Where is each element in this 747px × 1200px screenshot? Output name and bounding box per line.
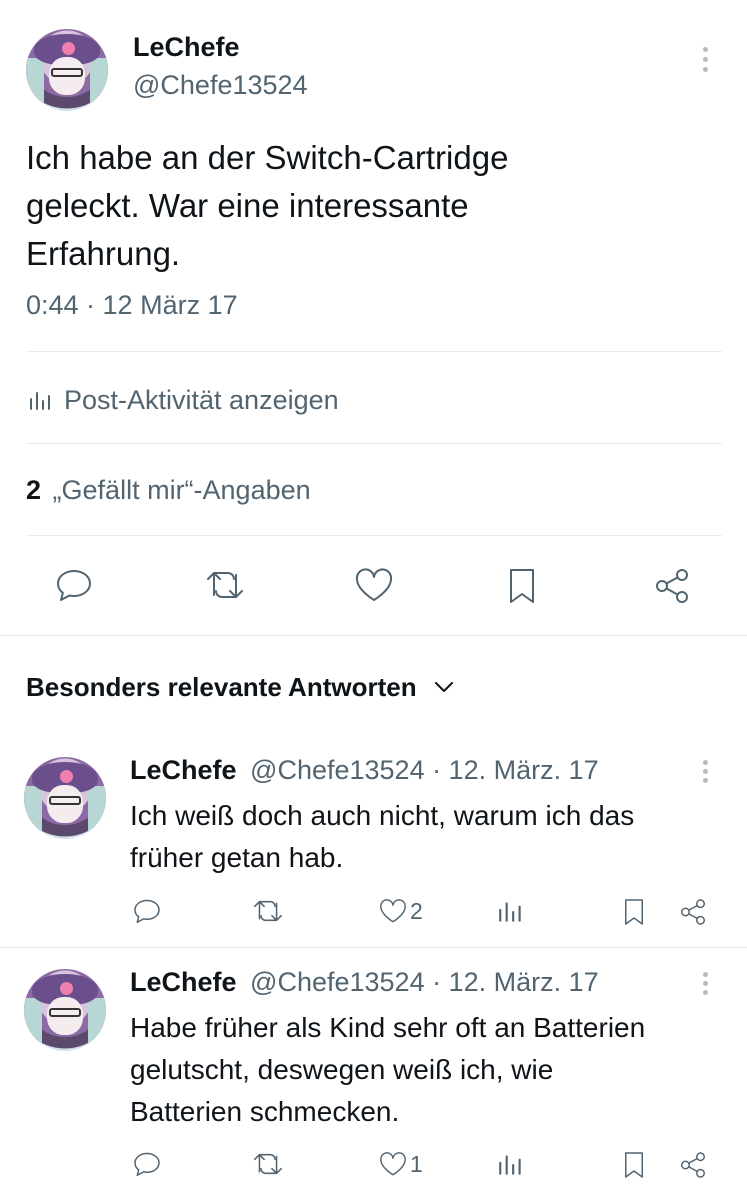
reply-divider bbox=[0, 947, 747, 948]
post-activity-label: Post-Aktivität anzeigen bbox=[64, 384, 339, 415]
likes-summary[interactable]: 2 „Gefällt mir“-Angaben bbox=[26, 475, 311, 506]
reply-text-line: gelutscht, deswegen weiß ich, wie bbox=[130, 1054, 554, 1085]
divider bbox=[26, 535, 722, 536]
reply-item[interactable]: LeChefe @Chefe13524 · 12. März. 17 Habe … bbox=[0, 952, 747, 1200]
reply-header: LeChefe @Chefe13524 · 12. März. 17 bbox=[130, 967, 599, 998]
reply-handle-date[interactable]: @Chefe13524 · 12. März. 17 bbox=[250, 755, 599, 785]
reply-item[interactable]: LeChefe @Chefe13524 · 12. März. 17 Ich w… bbox=[0, 740, 747, 947]
likes-label: „Gefällt mir“-Angaben bbox=[52, 475, 311, 505]
like-icon bbox=[376, 895, 410, 927]
post-text-line: Erfahrung. bbox=[26, 235, 181, 272]
avatar[interactable] bbox=[24, 757, 106, 839]
more-vertical-icon[interactable] bbox=[695, 47, 715, 77]
analytics-icon[interactable] bbox=[494, 1148, 528, 1180]
chevron-down-icon bbox=[429, 672, 459, 702]
like-button[interactable]: 1 bbox=[376, 1148, 432, 1180]
avatar[interactable] bbox=[24, 969, 106, 1051]
main-post: LeChefe @Chefe13524 Ich habe an der Swit… bbox=[0, 0, 747, 636]
divider bbox=[26, 443, 722, 444]
replies-header-label: Besonders relevante Antworten bbox=[26, 671, 417, 702]
like-icon[interactable] bbox=[352, 565, 396, 605]
like-count: 1 bbox=[410, 1150, 423, 1177]
bookmark-icon[interactable] bbox=[502, 565, 542, 607]
post-timestamp[interactable]: 0:44 · 12 März 17 bbox=[26, 290, 238, 321]
divider bbox=[26, 351, 722, 352]
analytics-icon bbox=[26, 385, 56, 415]
avatar[interactable] bbox=[26, 29, 108, 111]
more-vertical-icon[interactable] bbox=[695, 760, 715, 790]
repost-icon[interactable] bbox=[248, 895, 288, 927]
reply-icon[interactable] bbox=[130, 1148, 164, 1180]
reply-text: Habe früher als Kind sehr oft an Batteri… bbox=[130, 1007, 645, 1133]
reply-icon[interactable] bbox=[52, 565, 96, 605]
share-icon[interactable] bbox=[650, 565, 694, 607]
repost-icon[interactable] bbox=[200, 565, 250, 605]
reply-text: Ich weiß doch auch nicht, warum ich das … bbox=[130, 795, 634, 879]
post-handle[interactable]: @Chefe13524 bbox=[133, 70, 308, 101]
section-divider bbox=[0, 635, 747, 636]
share-icon[interactable] bbox=[676, 895, 710, 929]
reply-display-name[interactable]: LeChefe bbox=[130, 967, 237, 997]
reply-header: LeChefe @Chefe13524 · 12. März. 17 bbox=[130, 755, 599, 786]
more-vertical-icon[interactable] bbox=[695, 972, 715, 1002]
post-text-line: geleckt. War eine interessante bbox=[26, 187, 469, 224]
like-button[interactable]: 2 bbox=[376, 895, 432, 927]
likes-count: 2 bbox=[26, 475, 42, 505]
bookmark-icon[interactable] bbox=[618, 895, 650, 929]
replies-sort-dropdown[interactable]: Besonders relevante Antworten bbox=[26, 668, 459, 706]
post-text-line: Ich habe an der Switch-Cartridge bbox=[26, 139, 509, 176]
reply-text-line: Batterien schmecken. bbox=[130, 1096, 400, 1127]
like-count: 2 bbox=[410, 897, 423, 924]
bookmark-icon[interactable] bbox=[618, 1148, 650, 1182]
post-display-name[interactable]: LeChefe bbox=[133, 32, 240, 63]
reply-text-line: Ich weiß doch auch nicht, warum ich das bbox=[130, 800, 635, 831]
reply-icon[interactable] bbox=[130, 895, 164, 927]
repost-icon[interactable] bbox=[248, 1148, 288, 1180]
reply-text-line: früher getan hab. bbox=[130, 842, 344, 873]
share-icon[interactable] bbox=[676, 1148, 710, 1182]
reply-display-name[interactable]: LeChefe bbox=[130, 755, 237, 785]
analytics-icon[interactable] bbox=[494, 895, 528, 927]
reply-text-line: Habe früher als Kind sehr oft an Batteri… bbox=[130, 1012, 646, 1043]
like-icon bbox=[376, 1148, 410, 1180]
post-text: Ich habe an der Switch-Cartridge geleckt… bbox=[26, 134, 508, 278]
post-activity-link[interactable]: Post-Aktivität anzeigen bbox=[26, 380, 339, 420]
reply-handle-date[interactable]: @Chefe13524 · 12. März. 17 bbox=[250, 967, 599, 997]
